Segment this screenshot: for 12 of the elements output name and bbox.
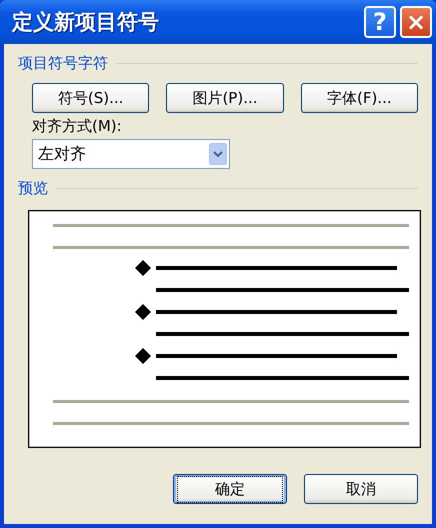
close-button[interactable]: ×: [400, 6, 432, 38]
alignment-dropdown[interactable]: 左对齐: [32, 139, 230, 169]
dialog-button[interactable]: 图片(P)...: [166, 83, 284, 113]
section-heading: 项目符号字符: [18, 54, 108, 73]
window-title: 定义新项目符号: [12, 9, 159, 36]
help-button[interactable]: ?: [364, 6, 396, 38]
dialog-button[interactable]: 符号(S)...: [32, 83, 150, 113]
dialog-button[interactable]: 取消: [304, 474, 418, 504]
alignment-label: 对齐方式(M):: [32, 117, 123, 136]
dialog-button[interactable]: 确定: [173, 474, 287, 504]
section-heading: 预览: [18, 179, 48, 198]
dialog-button[interactable]: 字体(F)...: [300, 83, 418, 113]
